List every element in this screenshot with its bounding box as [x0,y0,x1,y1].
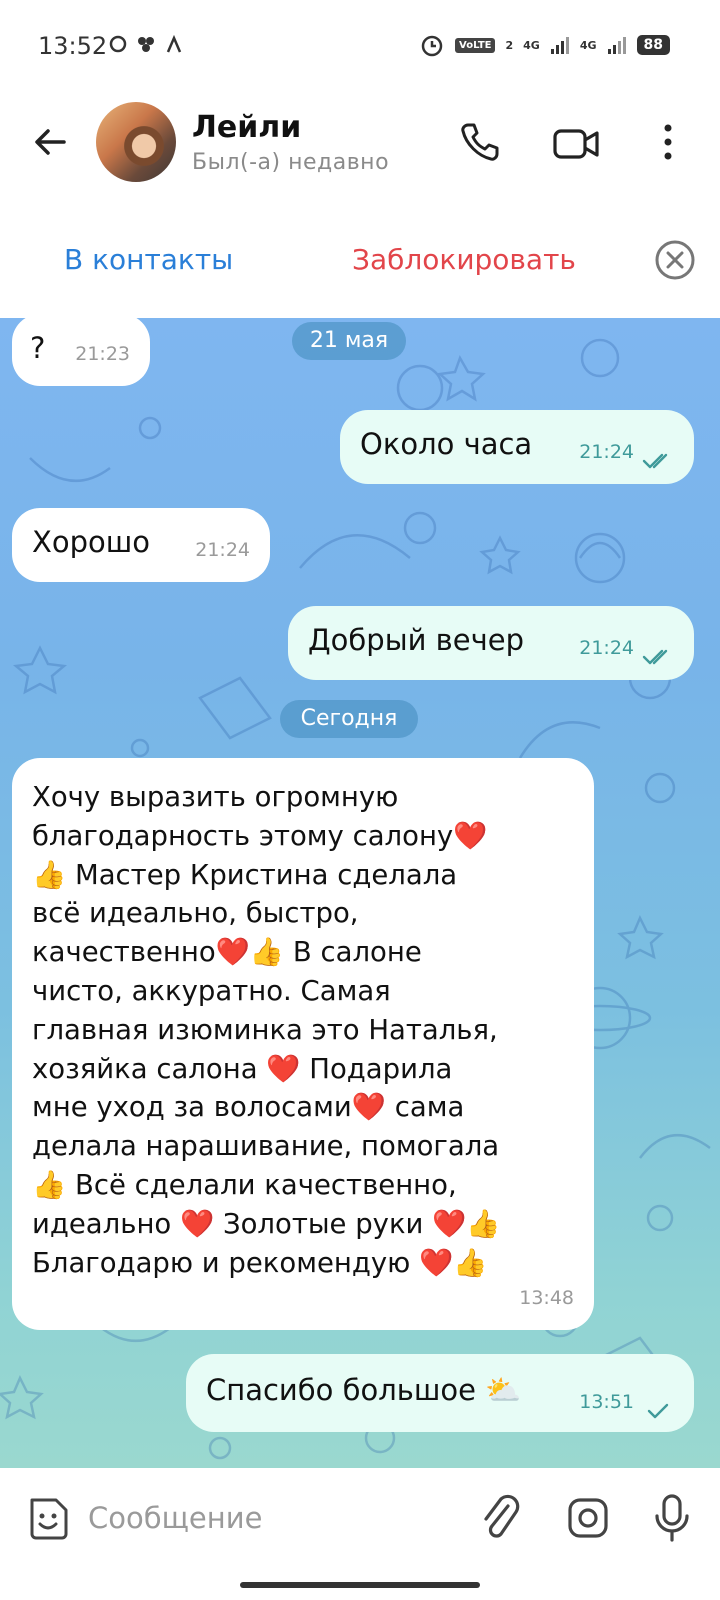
sim-slot: 2 [505,38,514,52]
status-time: 13:52 [38,32,108,60]
network-type-2: 4G [579,38,597,52]
message-time: 21:24 [579,441,634,463]
message-bubble-outgoing[interactable]: Около часа 21:24 [340,410,694,484]
signal-icon [550,37,569,54]
notification-icons [108,34,184,54]
volte-badge: VoLTE [455,37,496,53]
system-status-icons: VoLTE 2 4G 4G 88 [419,32,670,58]
message-text: Спасибо большое ⛅ [206,1373,522,1407]
message-time: 21:24 [579,637,634,659]
contact-name[interactable]: Лейли [192,110,301,145]
more-options-icon[interactable] [656,120,680,164]
network-type-1: 4G [523,38,540,52]
contact-status: Был(-а) недавно [192,150,390,175]
unknown-contact-banner: В контакты Заблокировать [0,215,720,315]
message-text: Хочу выразить огромную благодарность это… [32,778,592,1282]
message-text: Около часа [360,427,533,461]
message-line: всё идеально, быстро, [32,897,359,930]
sticker-icon[interactable] [24,1494,72,1542]
video-camera-icon[interactable] [552,122,600,166]
message-text: ? [30,331,46,365]
message-line: хозяйка салона ❤️ Подарила [32,1052,453,1085]
back-arrow-icon[interactable] [30,122,70,162]
message-bubble-outgoing[interactable]: Добрый вечер 21:24 [288,606,694,680]
avatar[interactable] [96,102,176,182]
message-line: качественно❤️👍 В салоне [32,936,422,969]
message-line: 👍 Мастер Кристина сделала [32,858,458,891]
close-icon[interactable] [654,239,696,281]
status-bar: 13:52 VoLTE 2 4G 4G 88 [0,0,720,92]
message-line: делала нарашивание, помогала [32,1130,500,1163]
chat-notification-icon [109,35,127,53]
message-line: мне уход за волосами❤️ сама [32,1091,465,1124]
message-line: благодарность этому салону❤️ [32,819,488,852]
date-separator: Сегодня [280,700,418,738]
double-check-read-icon [642,649,668,665]
double-check-read-icon [642,453,668,469]
battery-level: 88 [636,35,670,55]
date-separator: 21 мая [292,322,406,360]
location-icon [166,34,182,53]
message-line: идеально ❤️ Золотые руки ❤️👍 [32,1207,501,1240]
message-line: 👍 Всё сделали качественно, [32,1168,457,1201]
message-time: 13:48 [519,1287,574,1309]
home-indicator[interactable] [240,1582,480,1588]
chat-area[interactable]: 21 мая ? 21:23 Около часа 21:24 Хорошо 2… [0,318,720,1468]
message-line: чисто, аккуратно. Самая [32,974,391,1007]
message-time: 13:51 [579,1391,634,1413]
app-notification-icon [138,37,154,52]
message-line: главная изюминка это Наталья, [32,1013,498,1046]
single-check-sent-icon [647,1403,669,1419]
message-line: Хочу выразить огромную [32,781,399,813]
add-to-contacts-button[interactable]: В контакты [64,243,233,276]
message-time: 21:24 [195,539,250,561]
paperclip-icon[interactable] [478,1492,522,1544]
message-text: Хорошо [32,525,151,559]
message-time: 21:23 [75,343,130,365]
message-bubble-incoming[interactable]: Хочу выразить огромную благодарность это… [12,758,594,1330]
message-bubble-incoming[interactable]: ? 21:23 [12,318,150,386]
message-text: Добрый вечер [308,623,524,657]
message-composer [0,1468,720,1600]
phone-icon[interactable] [458,120,502,164]
signal-icon-2 [607,37,626,54]
microphone-icon[interactable] [652,1492,692,1544]
message-bubble-incoming[interactable]: Хорошо 21:24 [12,508,270,582]
camera-icon[interactable] [566,1496,610,1540]
message-bubble-outgoing[interactable]: Спасибо большое ⛅ 13:51 [186,1354,694,1432]
chat-header: Лейли Был(-а) недавно [0,92,720,202]
alarm-icon [421,35,443,57]
message-input[interactable] [88,1494,448,1542]
message-line: Благодарю и рекомендую ❤️👍 [32,1246,488,1279]
block-button[interactable]: Заблокировать [352,243,576,276]
